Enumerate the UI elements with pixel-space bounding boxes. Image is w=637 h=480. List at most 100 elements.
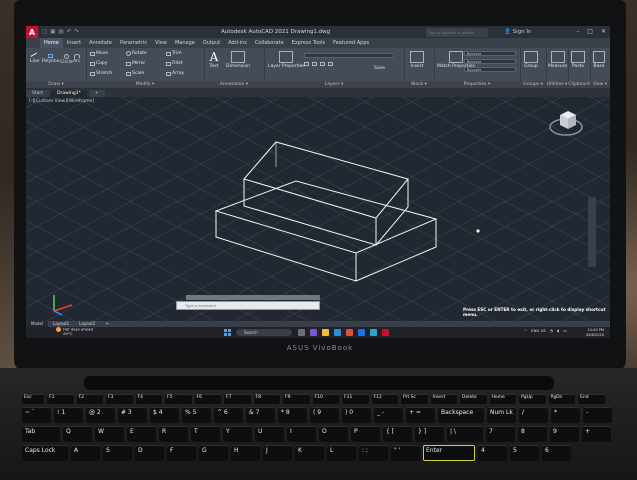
file-tab-drawing1[interactable]: Drawing1* <box>51 90 87 97</box>
keyboard-key[interactable]: ! 1 <box>54 407 83 423</box>
layer-properties-button[interactable]: Layer Properties <box>268 51 305 69</box>
wifi-icon[interactable]: ◔ <box>550 328 553 333</box>
keyboard-key[interactable]: } ] <box>415 426 444 442</box>
linetype-dropdown[interactable]: ByLayer <box>464 59 516 64</box>
sign-in-link[interactable]: 👤 Sign In <box>504 29 531 35</box>
tab-featured-apps[interactable]: Featured Apps <box>329 38 373 48</box>
scale-button[interactable]: Scale <box>126 71 144 76</box>
keyboard-key[interactable]: F1 <box>47 394 74 404</box>
keyboard-key[interactable]: F8 <box>253 394 280 404</box>
keyboard-key[interactable]: Insert <box>430 394 457 404</box>
undo-icon[interactable]: ↶ <box>67 29 72 35</box>
chevron-up-icon[interactable]: ^ <box>524 328 527 333</box>
line-button[interactable]: Line <box>30 52 39 64</box>
keyboard-key[interactable]: F10 <box>312 394 339 404</box>
keyboard-key[interactable]: Num Lk <box>487 407 516 423</box>
layers-group-label[interactable]: Layers ▾ <box>264 81 404 88</box>
paste-button[interactable]: Paste <box>571 51 585 69</box>
keyboard-key[interactable]: ~ ` <box>22 407 51 423</box>
block-group-label[interactable]: Block ▾ <box>404 81 434 88</box>
tab-output[interactable]: Output <box>199 38 224 48</box>
polyline-button[interactable]: Polyline <box>42 54 59 64</box>
keyboard-key[interactable]: Prt Sc <box>401 394 428 404</box>
layer-tool-icon[interactable] <box>304 62 309 66</box>
dimension-button[interactable]: Dimension <box>226 51 250 69</box>
keyboard-key[interactable]: - <box>583 407 612 423</box>
tab-annotate[interactable]: Annotate <box>85 38 116 48</box>
keyboard-key[interactable]: Esc <box>22 394 44 404</box>
keyboard-key[interactable]: Delete <box>460 394 487 404</box>
keyboard-key[interactable]: End <box>578 394 605 404</box>
keyboard-key[interactable]: % 5 <box>182 407 211 423</box>
language-indicator[interactable]: ENG US <box>531 328 546 333</box>
autocad-logo-icon[interactable]: A <box>26 26 38 38</box>
utilities-group-label[interactable]: Utilities ▾ <box>546 81 568 88</box>
layer-tool-icon[interactable] <box>328 62 333 66</box>
tab-add-ins[interactable]: Add-ins <box>224 38 251 48</box>
keyboard-key[interactable]: Home <box>489 394 516 404</box>
stretch-button[interactable]: Stretch <box>90 71 112 76</box>
keyboard-key[interactable]: Enter <box>423 445 475 461</box>
save-icon[interactable]: ▤ <box>58 29 63 35</box>
tab-manage[interactable]: Manage <box>171 38 199 48</box>
battery-icon[interactable]: ▭ <box>563 328 567 333</box>
tab-parametric[interactable]: Parametric <box>116 38 151 48</box>
move-button[interactable]: Move <box>90 51 108 56</box>
tab-express-tools[interactable]: Express Tools <box>288 38 329 48</box>
task-view-icon[interactable] <box>298 329 305 336</box>
arc-button[interactable]: Arc <box>73 54 80 64</box>
new-tab-button[interactable]: + <box>88 90 105 97</box>
edge-icon[interactable] <box>334 329 341 336</box>
tab-collaborate[interactable]: Collaborate <box>251 38 288 48</box>
keyboard-key[interactable]: @ 2 <box>86 407 115 423</box>
close-icon[interactable]: ✕ <box>601 28 606 35</box>
keyboard-key[interactable]: 4 <box>478 445 507 461</box>
keyboard-key[interactable]: I <box>287 426 316 442</box>
search-input[interactable] <box>426 28 488 37</box>
text-button[interactable]: A Text <box>207 51 221 69</box>
keyboard-key[interactable]: / <box>519 407 548 423</box>
keyboard-key[interactable]: T <box>191 426 220 442</box>
keyboard-key[interactable]: H <box>231 445 260 461</box>
layer-tool-icon[interactable] <box>320 62 325 66</box>
keyboard-key[interactable]: Q <box>63 426 92 442</box>
keyboard-key[interactable]: Caps Lock <box>22 445 68 461</box>
keyboard-key[interactable]: { [ <box>383 426 412 442</box>
chrome-icon[interactable] <box>346 329 353 336</box>
groups-group-label[interactable]: Groups ▾ <box>520 81 546 88</box>
color-dropdown[interactable]: ByLayer <box>464 51 516 56</box>
draw-group-label[interactable]: Draw ▾ <box>26 81 86 88</box>
keyboard-key[interactable]: O <box>319 426 348 442</box>
circle-button[interactable]: Circle <box>60 54 73 65</box>
copy-button[interactable]: Copy <box>90 61 107 66</box>
redo-icon[interactable]: ↷ <box>74 29 79 35</box>
base-button[interactable]: Base <box>593 51 605 69</box>
keyboard-key[interactable]: * 8 <box>278 407 307 423</box>
keyboard-key[interactable]: Backspace <box>438 407 484 423</box>
keyboard-key[interactable]: _ - <box>374 407 403 423</box>
array-button[interactable]: Array <box>166 71 184 76</box>
file-tab-start[interactable]: Start <box>26 90 49 97</box>
fillet-button[interactable]: Fillet <box>166 61 183 66</box>
trim-button[interactable]: Trim <box>166 51 182 56</box>
speaker-icon[interactable]: ◖ <box>557 328 559 333</box>
taskbar-search[interactable]: Search <box>236 329 292 336</box>
keyboard-key[interactable]: " ' <box>391 445 420 461</box>
file-explorer-icon[interactable] <box>322 329 329 336</box>
keyboard-key[interactable]: & 7 <box>246 407 275 423</box>
new-icon[interactable]: ▢ <box>42 29 47 35</box>
keyboard-key[interactable]: J <box>263 445 292 461</box>
keyboard-key[interactable]: A <box>71 445 100 461</box>
keyboard-key[interactable]: F11 <box>342 394 369 404</box>
lineweight-dropdown[interactable]: ByLayer <box>464 67 516 72</box>
keyboard-key[interactable]: D <box>135 445 164 461</box>
keyboard-key[interactable]: $ 4 <box>150 407 179 423</box>
weather-widget[interactable]: Hot days ahead 29°C <box>56 327 93 338</box>
keyboard-key[interactable]: : ; <box>359 445 388 461</box>
autocad-taskbar-icon[interactable] <box>382 329 389 336</box>
keyboard-key[interactable]: 5 <box>510 445 539 461</box>
tab-home[interactable]: Home <box>40 38 63 48</box>
maximize-icon[interactable]: □ <box>587 28 593 35</box>
windows-start-icon[interactable] <box>224 329 231 336</box>
keyboard-key[interactable]: L <box>327 445 356 461</box>
